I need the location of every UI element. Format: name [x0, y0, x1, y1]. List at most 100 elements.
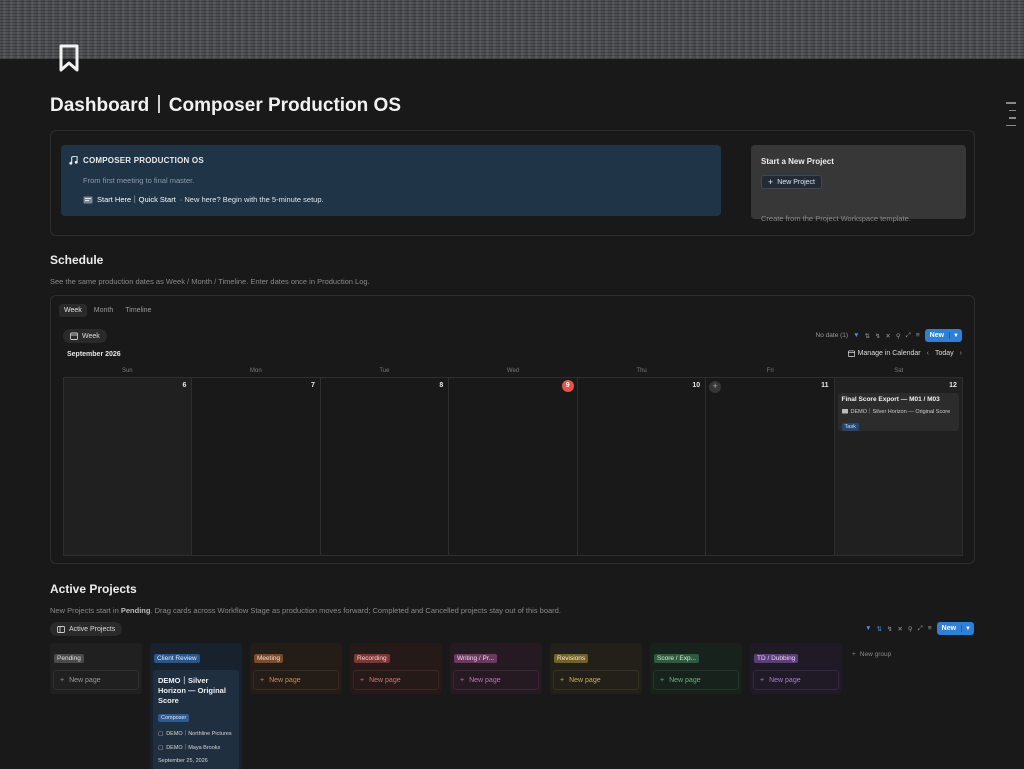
- new-project-title: Start a New Project: [761, 157, 834, 166]
- search-icon[interactable]: ⚲: [896, 332, 901, 340]
- chevron-down-icon[interactable]: ▼: [962, 626, 974, 632]
- column-header[interactable]: Meeting: [254, 654, 284, 663]
- weekday: Sun: [121, 368, 133, 374]
- board-view-button[interactable]: Active Projects: [50, 622, 123, 636]
- toc-line: [1009, 117, 1016, 119]
- column-header[interactable]: Client Review: [154, 654, 200, 663]
- board-new-label: New: [937, 625, 963, 632]
- event-project[interactable]: DEMO｜Silver Horizon — Original Score: [841, 407, 955, 415]
- today-button[interactable]: Today: [935, 350, 954, 357]
- column-header[interactable]: Writing / Pr...: [454, 654, 498, 663]
- settings-icon[interactable]: ≡: [928, 625, 932, 632]
- chevron-right-icon[interactable]: ›: [960, 350, 962, 357]
- plus-icon: +: [60, 676, 65, 684]
- new-page-label: New page: [769, 676, 801, 684]
- projects-desc-post: . Drag cards across Workflow Stage as pr…: [150, 606, 561, 615]
- tab-month[interactable]: Month: [89, 304, 118, 317]
- project-contact[interactable]: ▢ DEMO｜Maya Brooks: [158, 744, 234, 752]
- no-date-button[interactable]: No date (1): [816, 332, 849, 339]
- settings-icon[interactable]: ≡: [916, 332, 920, 339]
- title-divider: [158, 95, 160, 113]
- filter-icon[interactable]: ▼: [865, 625, 871, 632]
- column-header[interactable]: Pending: [54, 654, 84, 663]
- new-page-label: New page: [669, 676, 701, 684]
- calendar-cell-today[interactable]: 9: [449, 378, 578, 555]
- board-column: Score / Exp... + New page: [650, 643, 742, 694]
- new-group-button[interactable]: + New group: [852, 651, 891, 658]
- hide-icon[interactable]: ✕: [885, 332, 890, 340]
- expand-icon[interactable]: ⤢: [918, 625, 923, 633]
- page-cover[interactable]: [0, 0, 1024, 59]
- table-of-contents[interactable]: [1006, 102, 1016, 132]
- new-page-button[interactable]: + New page: [753, 670, 839, 690]
- sort-icon[interactable]: ⇅: [877, 625, 882, 633]
- search-icon[interactable]: ⚲: [908, 625, 913, 633]
- calendar-cell[interactable]: +11: [706, 378, 835, 555]
- calendar-cell[interactable]: 8: [321, 378, 450, 555]
- calendar-new-button[interactable]: New ▼: [924, 329, 962, 342]
- new-page-button[interactable]: + New page: [553, 670, 639, 690]
- project-date: September 25, 2026: [158, 758, 208, 764]
- column-header[interactable]: Recording: [354, 654, 390, 663]
- weekday: Wed: [506, 368, 520, 374]
- sort-icon[interactable]: ⇅: [865, 332, 870, 340]
- board-toolbar: ▼ ⇅ ↯ ✕ ⚲ ⤢ ≡ New ▼: [865, 622, 974, 635]
- film-icon: [841, 409, 848, 414]
- new-project-text: Create from the Project Workspace templa…: [761, 214, 911, 223]
- tab-timeline[interactable]: Timeline: [120, 304, 156, 317]
- new-page-button[interactable]: + New page: [353, 670, 439, 690]
- plus-icon: +: [768, 176, 774, 187]
- automation-icon[interactable]: ↯: [887, 625, 892, 633]
- calendar-event-card[interactable]: Final Score Export — M01 / M03 DEMO｜Silv…: [837, 393, 959, 431]
- automation-icon[interactable]: ↯: [875, 332, 880, 340]
- weekday: Thu: [636, 368, 647, 374]
- column-header[interactable]: Revisions: [554, 654, 589, 663]
- project-client[interactable]: ▢ DEMO｜Northline Pictures: [158, 730, 234, 738]
- plus-icon: +: [360, 676, 365, 684]
- new-project-button[interactable]: + New Project: [761, 175, 822, 189]
- column-header[interactable]: Score / Exp...: [654, 654, 700, 663]
- board-column: Revisions + New page: [550, 643, 642, 694]
- board-column: Writing / Pr... + New page: [450, 643, 542, 694]
- manage-calendar-label: Manage in Calendar: [857, 350, 921, 357]
- new-page-button[interactable]: + New page: [453, 670, 539, 690]
- calendar-cell[interactable]: 12 Final Score Export — M01 / M03 DEMO｜S…: [834, 378, 963, 555]
- board-column: Recording + New page: [350, 643, 442, 694]
- quickstart-link[interactable]: Start Here｜Quick Start: [97, 194, 176, 205]
- plus-icon: +: [660, 676, 665, 684]
- calendar-cell[interactable]: 10: [578, 378, 707, 555]
- date-number: 8: [439, 382, 444, 389]
- toc-line: [1009, 109, 1016, 111]
- chevron-down-icon[interactable]: ▼: [950, 333, 962, 339]
- filter-icon[interactable]: ▼: [853, 332, 859, 339]
- title-dashboard: Dashboard: [50, 95, 150, 116]
- toc-line: [1006, 102, 1016, 104]
- hide-icon[interactable]: ✕: [897, 625, 902, 633]
- page-title: Dashboard Composer Production OS: [50, 95, 401, 117]
- quickstart-row: Start Here｜Quick Start · New here? Begin…: [83, 194, 324, 205]
- month-label: September 2026: [67, 351, 121, 358]
- expand-icon[interactable]: ⤢: [906, 332, 911, 340]
- bookmark-icon[interactable]: [58, 44, 80, 72]
- chevron-left-icon[interactable]: ‹: [927, 350, 929, 357]
- new-page-button[interactable]: + New page: [253, 670, 339, 690]
- schedule-description: See the same production dates as Week / …: [50, 277, 370, 286]
- event-project-label: DEMO｜Silver Horizon — Original Score: [850, 409, 951, 415]
- column-header[interactable]: TD / Dubbing: [754, 654, 799, 663]
- board-column: Meeting + New page: [250, 643, 342, 694]
- week-view-button[interactable]: Week: [63, 329, 107, 343]
- new-page-button[interactable]: + New page: [653, 670, 739, 690]
- new-page-button[interactable]: + New page: [53, 670, 139, 690]
- board-new-button[interactable]: New ▼: [936, 622, 974, 635]
- add-event-icon[interactable]: +: [709, 381, 722, 393]
- new-project-label: New Project: [777, 178, 815, 186]
- project-card[interactable]: DEMO｜Silver Horizon — Original Score Comp…: [153, 670, 239, 769]
- calendar-cell[interactable]: 7: [192, 378, 321, 555]
- calendar-cell[interactable]: 6: [64, 378, 193, 555]
- book-icon: [83, 196, 93, 203]
- calendar-icon: [847, 350, 855, 357]
- tab-week[interactable]: Week: [59, 304, 87, 317]
- calendar-grid: 6 7 8 9 10 +11 12 Final Score Export — M…: [63, 377, 963, 556]
- schedule-heading: Schedule: [50, 253, 104, 267]
- manage-calendar-button[interactable]: Manage in Calendar: [847, 350, 921, 357]
